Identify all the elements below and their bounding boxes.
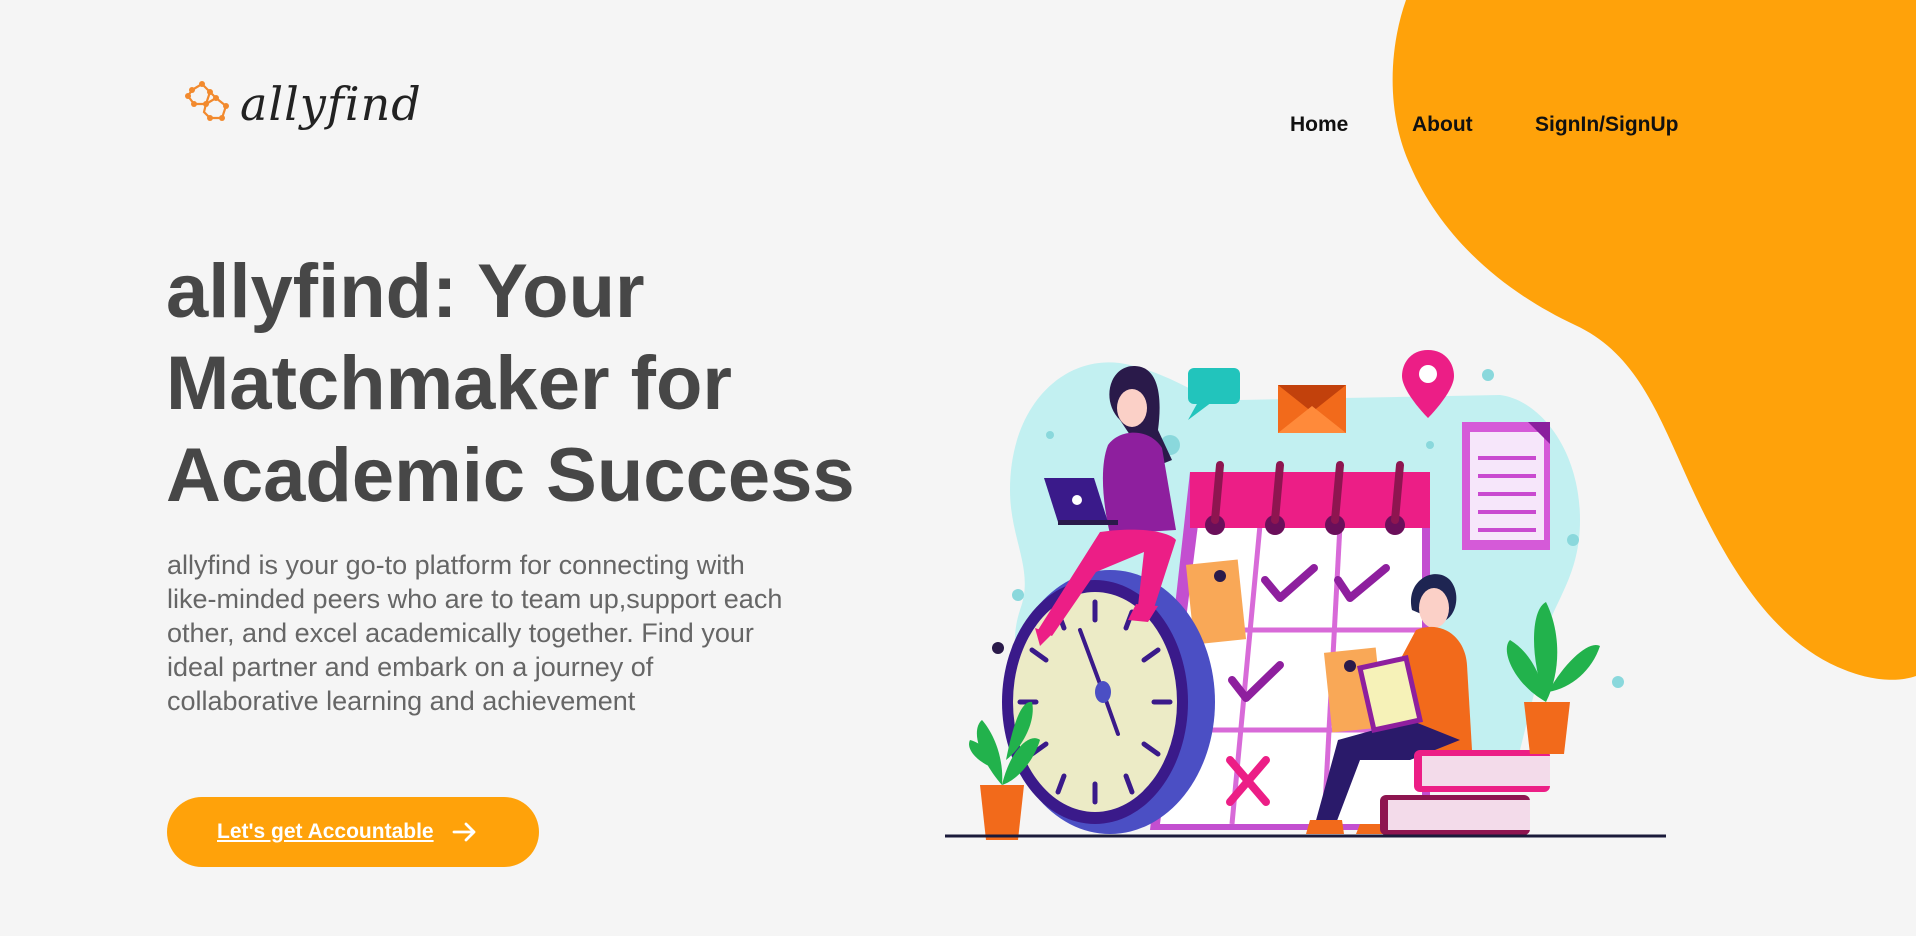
arrow-right-icon (452, 821, 478, 843)
cta-button[interactable]: Let's get Accountable (167, 797, 539, 867)
cta-label: Let's get Accountable (217, 820, 434, 843)
document-icon (1462, 422, 1550, 550)
nav-home-link[interactable]: Home (1290, 113, 1348, 137)
main-nav: Home About SignIn/SignUp (0, 113, 1916, 143)
hero-illustration (945, 350, 1666, 840)
nav-signin-link[interactable]: SignIn/SignUp (1535, 113, 1678, 137)
envelope-icon (1278, 385, 1346, 433)
nav-about-link[interactable]: About (1412, 113, 1473, 137)
hero-title: allyfind: Your Matchmaker for Academic S… (166, 249, 855, 518)
hero-description: allyfind is your go-to platform for conn… (167, 550, 783, 716)
